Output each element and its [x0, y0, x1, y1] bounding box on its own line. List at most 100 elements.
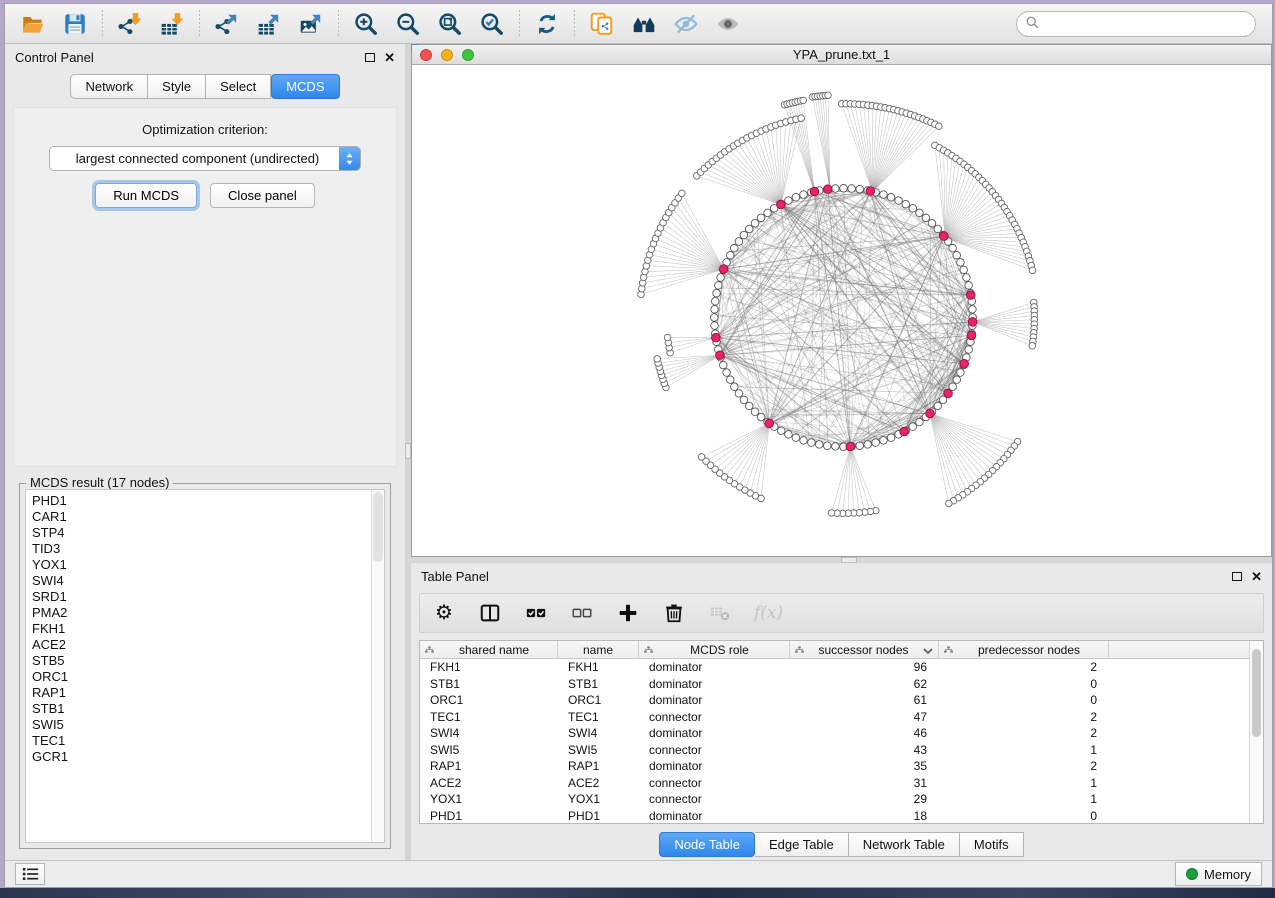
select-all-button[interactable]	[524, 599, 548, 627]
result-node-item[interactable]: PHD1	[32, 493, 365, 509]
result-node-item[interactable]: TEC1	[32, 733, 365, 749]
table-row[interactable]: STB1STB1dominator620	[420, 676, 1249, 693]
run-mcds-button[interactable]: Run MCDS	[95, 183, 197, 208]
column-label: predecessor nodes	[954, 643, 1104, 657]
cell-name: SWI5	[558, 742, 639, 759]
show-all-eye-button[interactable]	[710, 8, 746, 40]
search-box[interactable]	[1016, 11, 1256, 37]
zoom-selected-button[interactable]	[474, 8, 510, 40]
tab-network[interactable]: Network	[70, 74, 148, 99]
result-node-item[interactable]: SWI4	[32, 573, 365, 589]
import-table-button[interactable]	[154, 8, 190, 40]
result-node-item[interactable]: PMA2	[32, 605, 365, 621]
toolbar-separator	[102, 10, 103, 38]
result-node-item[interactable]: SRD1	[32, 589, 365, 605]
control-tabs: NetworkStyleSelectMCDS	[5, 70, 405, 105]
network-canvas[interactable]	[412, 65, 1271, 556]
table-row[interactable]: SWI4SWI4dominator462	[420, 725, 1249, 742]
export-network-button[interactable]	[209, 8, 245, 40]
zoom-out-button[interactable]	[390, 8, 426, 40]
column-header-shared-name[interactable]: shared name	[420, 641, 558, 658]
result-node-item[interactable]: ORC1	[32, 669, 365, 685]
mcds-result-list: PHD1CAR1STP4TID3YOX1SWI4SRD1PMA2FKH1ACE2…	[26, 490, 371, 842]
cell-shared-name: ORC1	[420, 692, 558, 709]
result-node-item[interactable]: STB1	[32, 701, 365, 717]
tab-network-table[interactable]: Network Table	[849, 832, 960, 857]
optimization-dropdown[interactable]: largest connected component (undirected)	[49, 146, 361, 171]
column-header-name[interactable]: name	[558, 641, 639, 658]
tab-node-table[interactable]: Node Table	[659, 832, 755, 857]
export-table-button[interactable]	[251, 8, 287, 40]
table-header: shared name name MCDS role successor nodes p…	[420, 641, 1249, 659]
float-panel-icon[interactable]	[1232, 572, 1242, 581]
result-node-item[interactable]: ACE2	[32, 637, 365, 653]
result-node-item[interactable]: GCR1	[32, 749, 365, 765]
result-node-item[interactable]: STB5	[32, 653, 365, 669]
scrollbar-thumb[interactable]	[1252, 649, 1261, 737]
result-node-item[interactable]: CAR1	[32, 509, 365, 525]
tab-mcds[interactable]: MCDS	[271, 74, 339, 99]
result-node-item[interactable]: RAP1	[32, 685, 365, 701]
zoom-in-button[interactable]	[348, 8, 384, 40]
column-header-MCDS-role[interactable]: MCDS role	[639, 641, 790, 658]
tab-style[interactable]: Style	[148, 74, 206, 99]
cell-MCDS-role: connector	[639, 791, 790, 808]
memory-button[interactable]: Memory	[1175, 862, 1262, 886]
zoom-fit-button[interactable]	[432, 8, 468, 40]
search-input[interactable]	[1045, 16, 1247, 31]
export-image-button[interactable]	[293, 8, 329, 40]
mcds-panel: Optimization criterion: largest connecte…	[13, 107, 397, 467]
column-header-predecessor-nodes[interactable]: predecessor nodes	[939, 641, 1109, 658]
task-history-button[interactable]	[15, 863, 45, 885]
close-panel-icon[interactable]: ✕	[384, 51, 395, 64]
table-row[interactable]: SWI5SWI5connector431	[420, 742, 1249, 759]
clone-network-button[interactable]	[584, 8, 620, 40]
column-label: MCDS role	[654, 643, 785, 657]
binoculars-button[interactable]	[626, 8, 662, 40]
column-label: shared name	[435, 643, 553, 657]
table-row[interactable]: FKH1FKH1dominator962	[420, 659, 1249, 676]
refresh-button[interactable]	[529, 8, 565, 40]
toolbar-separator	[199, 10, 200, 38]
close-panel-icon[interactable]: ✕	[1251, 570, 1262, 583]
hide-selected-eye-button[interactable]	[668, 8, 704, 40]
result-node-item[interactable]: TID3	[32, 541, 365, 557]
add-row-button[interactable]	[616, 599, 640, 627]
mcds-result-title: MCDS result (17 nodes)	[26, 475, 173, 490]
table-row[interactable]: PHD1PHD1dominator180	[420, 808, 1249, 824]
column-header-successor-nodes[interactable]: successor nodes	[790, 641, 939, 658]
delete-row-icon	[663, 602, 685, 624]
table-row[interactable]: ACE2ACE2connector311	[420, 775, 1249, 792]
result-node-item[interactable]: FKH1	[32, 621, 365, 637]
delete-row-button[interactable]	[662, 599, 686, 627]
toolbar-groups	[15, 8, 746, 40]
table-row[interactable]: ORC1ORC1dominator610	[420, 692, 1249, 709]
delete-table-button	[708, 599, 732, 627]
table-scrollbar[interactable]	[1249, 641, 1263, 823]
deselect-all-button[interactable]	[570, 599, 594, 627]
cell-name: SWI4	[558, 725, 639, 742]
gear-button[interactable]: ⚙	[432, 599, 456, 627]
table-row[interactable]: RAP1RAP1dominator352	[420, 758, 1249, 775]
table-row[interactable]: YOX1YOX1connector291	[420, 791, 1249, 808]
close-panel-button[interactable]: Close panel	[210, 183, 315, 208]
column-layout-button[interactable]	[478, 599, 502, 627]
tab-select[interactable]: Select	[206, 74, 271, 99]
import-network-button[interactable]	[112, 8, 148, 40]
cell-shared-name: SWI5	[420, 742, 558, 759]
cell-shared-name: SWI4	[420, 725, 558, 742]
table-row[interactable]: TEC1TEC1connector472	[420, 709, 1249, 726]
hierarchy-icon	[643, 645, 654, 654]
save-button[interactable]	[57, 8, 93, 40]
mcds-list-scrollbar[interactable]	[371, 490, 384, 842]
import-table-icon	[159, 11, 185, 37]
binoculars-icon	[631, 11, 657, 37]
result-node-item[interactable]: STP4	[32, 525, 365, 541]
open-folder-button[interactable]	[15, 8, 51, 40]
optimization-value: largest connected component (undirected)	[50, 151, 339, 166]
float-panel-icon[interactable]	[365, 53, 375, 62]
result-node-item[interactable]: YOX1	[32, 557, 365, 573]
tab-edge-table[interactable]: Edge Table	[755, 832, 849, 857]
tab-motifs[interactable]: Motifs	[960, 832, 1024, 857]
result-node-item[interactable]: SWI5	[32, 717, 365, 733]
